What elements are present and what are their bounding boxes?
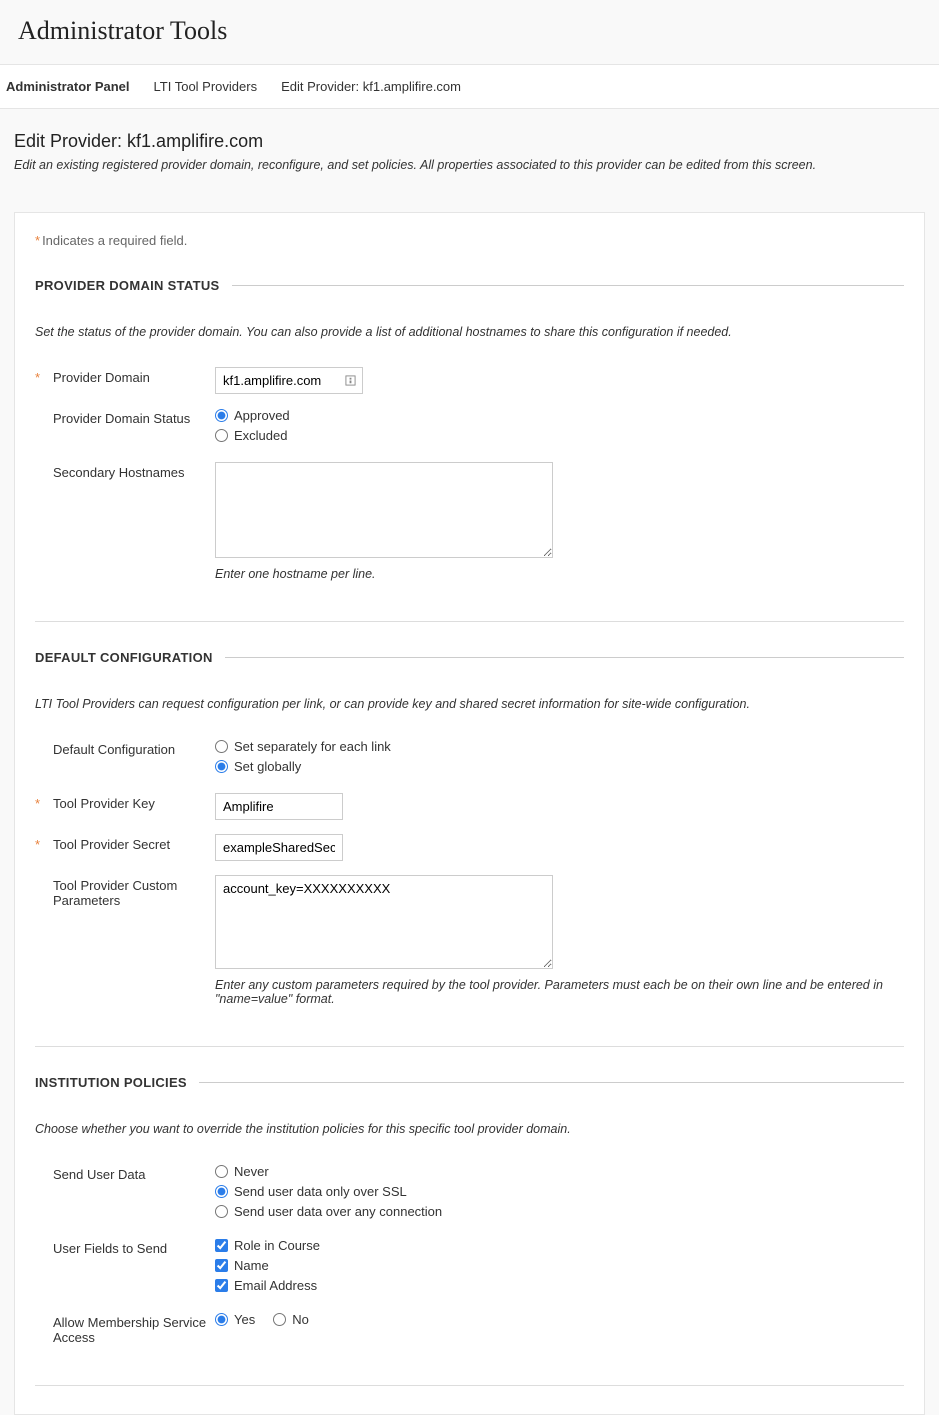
breadcrumb-current: Edit Provider: kf1.amplifire.com [281, 79, 461, 94]
checkbox-role[interactable] [215, 1239, 228, 1252]
label-send-user-data: Send User Data [35, 1164, 215, 1182]
radio-userdata-any[interactable] [215, 1205, 228, 1218]
section-header-provider-status: PROVIDER DOMAIN STATUS [35, 278, 904, 293]
radio-config-global[interactable] [215, 760, 228, 773]
divider [35, 621, 904, 622]
divider [35, 1385, 904, 1386]
section-desc-provider-status: Set the status of the provider domain. Y… [35, 325, 904, 339]
section-header-default-config: DEFAULT CONFIGURATION [35, 650, 904, 665]
label-tool-provider-key: *Tool Provider Key [35, 793, 215, 811]
radio-userdata-ssl[interactable] [215, 1185, 228, 1198]
checkbox-email[interactable] [215, 1279, 228, 1292]
label-user-fields: User Fields to Send [35, 1238, 215, 1256]
divider [35, 1046, 904, 1047]
checkbox-label-role: Role in Course [234, 1238, 320, 1253]
radio-membership-yes[interactable] [215, 1313, 228, 1326]
radio-label-yes: Yes [234, 1312, 255, 1327]
radio-label-separate: Set separately for each link [234, 739, 391, 754]
checkbox-name[interactable] [215, 1259, 228, 1272]
required-field-note: *Indicates a required field. [35, 233, 904, 248]
label-secondary-hostnames: Secondary Hostnames [35, 462, 215, 480]
provider-domain-input[interactable] [216, 368, 344, 393]
radio-status-approved[interactable] [215, 409, 228, 422]
radio-label-approved: Approved [234, 408, 290, 423]
input-info-icon [344, 375, 362, 386]
radio-label-no: No [292, 1312, 309, 1327]
form-panel: *Indicates a required field. PROVIDER DO… [14, 212, 925, 1415]
radio-label-any: Send user data over any connection [234, 1204, 442, 1219]
page-description: Edit an existing registered provider dom… [14, 158, 925, 172]
section-desc-institution-policies: Choose whether you want to override the … [35, 1122, 904, 1136]
radio-config-separate[interactable] [215, 740, 228, 753]
page-title: Edit Provider: kf1.amplifire.com [14, 131, 925, 152]
label-provider-status: Provider Domain Status [35, 408, 215, 426]
label-default-configuration: Default Configuration [35, 739, 215, 757]
radio-status-excluded[interactable] [215, 429, 228, 442]
label-tool-provider-secret: *Tool Provider Secret [35, 834, 215, 852]
label-custom-parameters: Tool Provider Custom Parameters [35, 875, 215, 908]
help-custom-parameters: Enter any custom parameters required by … [215, 978, 904, 1006]
section-desc-default-config: LTI Tool Providers can request configura… [35, 697, 904, 711]
label-provider-domain: *Provider Domain [35, 367, 215, 385]
help-secondary-hostnames: Enter one hostname per line. [215, 567, 904, 581]
radio-label-never: Never [234, 1164, 269, 1179]
radio-label-ssl: Send user data only over SSL [234, 1184, 407, 1199]
breadcrumb-lti-providers[interactable]: LTI Tool Providers [154, 79, 258, 94]
tool-provider-key-input[interactable] [215, 793, 343, 820]
radio-label-excluded: Excluded [234, 428, 287, 443]
checkbox-label-email: Email Address [234, 1278, 317, 1293]
page-main-title: Administrator Tools [0, 0, 939, 64]
secondary-hostnames-textarea[interactable] [215, 462, 553, 558]
breadcrumb-admin-panel[interactable]: Administrator Panel [6, 79, 130, 94]
tool-provider-secret-input[interactable] [215, 834, 343, 861]
radio-userdata-never[interactable] [215, 1165, 228, 1178]
label-membership-access: Allow Membership Service Access [35, 1312, 215, 1345]
radio-membership-no[interactable] [273, 1313, 286, 1326]
breadcrumb: Administrator Panel LTI Tool Providers E… [0, 64, 939, 109]
custom-parameters-textarea[interactable]: account_key=XXXXXXXXXX [215, 875, 553, 969]
radio-label-global: Set globally [234, 759, 301, 774]
checkbox-label-name: Name [234, 1258, 269, 1273]
section-header-institution-policies: INSTITUTION POLICIES [35, 1075, 904, 1090]
required-star-icon: * [35, 233, 40, 248]
